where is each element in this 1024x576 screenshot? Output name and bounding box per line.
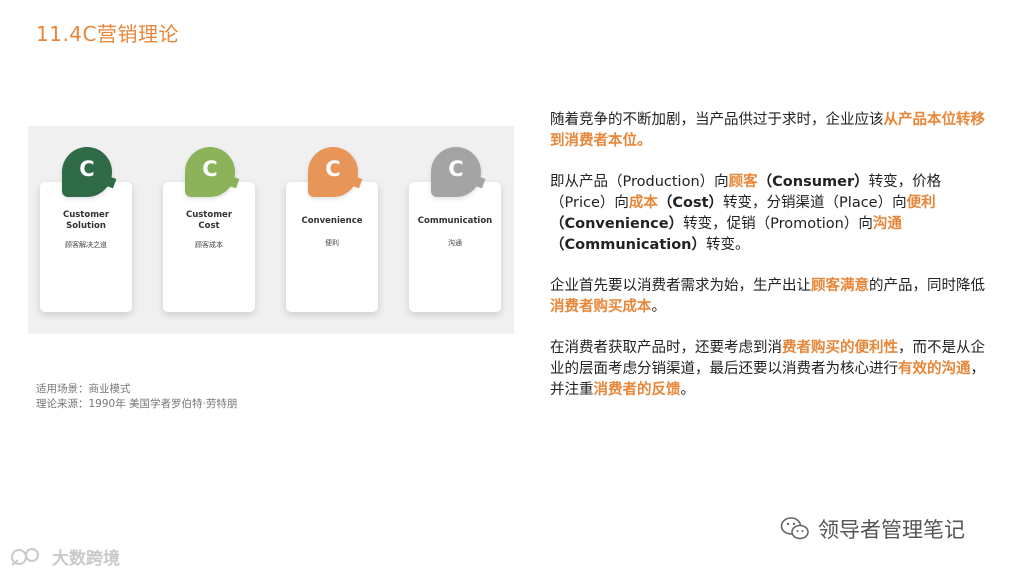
paragraph-1: 随着竞争的不断加剧，当产品供过于求时，企业应该从产品本位转移到消费者本位。 bbox=[550, 110, 990, 152]
text-run: 。 bbox=[680, 382, 696, 398]
highlight-run: 沟通 bbox=[872, 216, 902, 232]
meta-info: 适用场景：商业模式 理论来源：1990年 美国学者罗伯特·劳特朋 bbox=[36, 382, 237, 412]
card-communication: C Communication 沟通 bbox=[409, 147, 501, 312]
watermark: 大数跨境 bbox=[10, 544, 120, 569]
cards-panel: C Customer Solution 顾客解决之道 C Customer Co… bbox=[28, 126, 514, 334]
highlight-run: 便利 bbox=[906, 195, 936, 211]
text-run: 在消费者获取产品时，还要考虑到消 bbox=[550, 340, 782, 356]
highlight-run: 消费者的反馈 bbox=[593, 382, 681, 398]
c-badge-icon: C bbox=[308, 147, 358, 197]
text-run: 转变。 bbox=[706, 237, 750, 253]
highlight-run: 成本 bbox=[628, 195, 658, 211]
text-run: 转变，分销渠道（Place）向 bbox=[723, 195, 907, 211]
c-badge-icon: C bbox=[185, 147, 235, 197]
card-cn-label: 便利 bbox=[325, 239, 339, 247]
page-title: 11.4C营销理论 bbox=[36, 22, 179, 46]
bold-run: （Consumer） bbox=[757, 174, 869, 190]
highlight-run: 有效的沟通 bbox=[898, 361, 971, 377]
card-convenience: C Convenience 便利 bbox=[286, 147, 378, 312]
body-text: 随着竞争的不断加剧，当产品供过于求时，企业应该从产品本位转移到消费者本位。 即从… bbox=[550, 110, 990, 421]
card-en-label: Convenience bbox=[301, 216, 363, 226]
text-run: 随着竞争的不断加剧，当产品供过于求时，企业应该 bbox=[550, 112, 884, 128]
card-customer-solution: C Customer Solution 顾客解决之道 bbox=[40, 147, 132, 312]
card-customer-cost: C Customer Cost 顾客成本 bbox=[163, 147, 255, 312]
highlight-run: 费者购买的便利性 bbox=[782, 340, 898, 356]
card-cn-label: 顾客解决之道 bbox=[65, 241, 107, 249]
card-en-label: Customer Solution bbox=[62, 210, 110, 231]
highlight-run: 顾客满意 bbox=[811, 278, 869, 294]
paragraph-4: 在消费者获取产品时，还要考虑到消费者购买的便利性，而不是从企业的层面考虑分销渠道… bbox=[550, 338, 990, 401]
card-en-label: Customer Cost bbox=[185, 210, 233, 231]
highlight-run: 顾客 bbox=[728, 174, 758, 190]
card-cn-label: 沟通 bbox=[448, 239, 462, 247]
text-run: 企业首先要以消费者需求为始，生产出让 bbox=[550, 278, 811, 294]
wechat-signature: 领导者管理笔记 bbox=[780, 514, 965, 544]
highlight-run: 消费者购买成本 bbox=[550, 299, 652, 315]
bold-run: （Cost） bbox=[657, 195, 724, 211]
paragraph-2: 即从产品（Production）向顾客（Consumer）转变，价格（Price… bbox=[550, 172, 990, 256]
meta-scene: 适用场景：商业模式 bbox=[36, 383, 131, 395]
bold-run: （Communication） bbox=[550, 237, 707, 253]
card-cn-label: 顾客成本 bbox=[195, 241, 223, 249]
c-badge-icon: C bbox=[62, 147, 112, 197]
wechat-label: 领导者管理笔记 bbox=[818, 518, 965, 542]
card-en-label: Communication bbox=[417, 216, 493, 226]
wechat-icon bbox=[780, 517, 809, 540]
c-badge-icon: C bbox=[431, 147, 481, 197]
paragraph-3: 企业首先要以消费者需求为始，生产出让顾客满意的产品，同时降低消费者购买成本。 bbox=[550, 276, 990, 318]
bold-run: （Convenience） bbox=[550, 216, 684, 232]
text-run: 。 bbox=[651, 299, 667, 315]
meta-source: 理论来源：1990年 美国学者罗伯特·劳特朋 bbox=[36, 398, 238, 410]
watermark-logo-icon bbox=[11, 547, 39, 566]
text-run: 转变，促销（Promotion）向 bbox=[683, 216, 873, 232]
watermark-label: 大数跨境 bbox=[52, 549, 120, 569]
text-run: 的产品，同时降低 bbox=[869, 278, 985, 294]
text-run: 即从产品（Production）向 bbox=[550, 174, 729, 190]
